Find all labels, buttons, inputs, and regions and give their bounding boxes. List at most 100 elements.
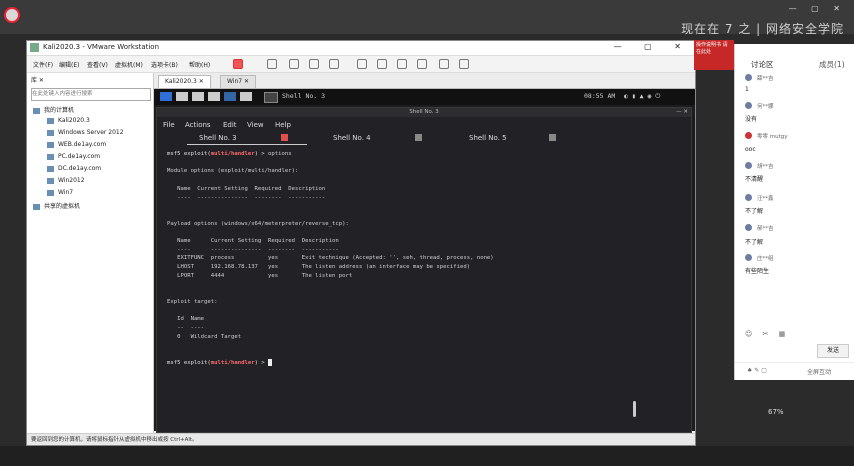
promo-banner[interactable]: 操作说明书 请在此处	[694, 40, 734, 70]
bottom-strip	[0, 446, 854, 466]
library-item-web[interactable]: WEB.de1ay.com	[47, 141, 106, 148]
vm-icon	[47, 177, 54, 184]
terminal-menu-file[interactable]: File	[163, 121, 175, 129]
desktop-top-strip: — ▢ ✕ 现在在 7 之 | 网络安全学院	[0, 0, 854, 36]
tab-discussion[interactable]: 讨论区	[751, 59, 774, 70]
library-item-dc[interactable]: DC.de1ay.com	[47, 165, 101, 172]
revert-snapshot-icon[interactable]	[309, 59, 319, 69]
tab-kali[interactable]: Kali2020.3 ✕	[158, 75, 211, 89]
avatar	[745, 162, 752, 169]
output-line: Module options (exploit/multi/handler):	[167, 168, 299, 175]
message-text: 没有	[745, 116, 758, 123]
vmware-titlebar: Kali2020.3 - VMware Workstation — ▢ ✕	[27, 41, 695, 56]
kali-menu-icon[interactable]	[160, 92, 172, 101]
active-window-icon	[264, 92, 278, 103]
menu-view[interactable]: 查看(V)	[87, 60, 108, 69]
manage-snapshots-icon[interactable]	[329, 59, 339, 69]
message-text: 有些陌生	[745, 268, 770, 275]
computer-icon	[33, 107, 40, 114]
close-tab-icon[interactable]	[281, 134, 288, 141]
vm-library: 库 ✕ 在此处键入内容进行搜索 我的计算机 Kali2020.3 Windows…	[27, 73, 154, 433]
close-tab-icon[interactable]	[549, 134, 556, 141]
library-item-winserver2012[interactable]: Windows Server 2012	[47, 129, 124, 136]
panel-tray-icons[interactable]: ◐ ▮ ▲ ◉ ⏻	[624, 92, 660, 101]
library-item-pc[interactable]: PC.de1ay.com	[47, 153, 100, 160]
fullscreen-icon[interactable]	[397, 59, 407, 69]
window-controls[interactable]: — ▢ ✕	[789, 4, 846, 13]
unity-icon[interactable]	[417, 59, 427, 69]
library-search-input[interactable]: 在此处键入内容进行搜索	[31, 88, 151, 101]
thumbnail-icon[interactable]	[377, 59, 387, 69]
close-tab-icon[interactable]	[415, 134, 422, 141]
panel-clock: 08:55 AM	[584, 92, 616, 100]
send-ctrl-alt-del-icon[interactable]	[267, 59, 277, 69]
terminal-menu-edit[interactable]: Edit	[223, 121, 237, 129]
terminal-menu-help[interactable]: Help	[275, 121, 291, 129]
avatar	[745, 74, 752, 81]
vmware-window-controls[interactable]: — ▢ ✕	[614, 42, 691, 51]
shared-icon	[33, 203, 40, 210]
tab-win7[interactable]: Win7 ✕	[220, 75, 257, 89]
library-item-win2012[interactable]: Win2012	[47, 177, 85, 184]
message-author: 胡**吉	[757, 164, 774, 170]
output-line: EXITFUNC process yes Exit technique (Acc…	[167, 255, 494, 262]
vmware-icon	[30, 43, 39, 52]
console-view-icon[interactable]	[439, 59, 449, 69]
vm-tabs: Kali2020.3 ✕ Win7 ✕	[154, 73, 695, 89]
menu-file[interactable]: 文件(F)	[33, 60, 53, 69]
tab-shell-4[interactable]: Shell No. 4	[333, 134, 371, 142]
browser-icon[interactable]	[208, 92, 220, 101]
terminal-menubar: File Actions Edit View Help	[157, 118, 691, 132]
menu-help[interactable]: 帮助(H)	[189, 60, 210, 69]
terminal-scrollbar[interactable]	[633, 401, 636, 417]
message-author: 何**娜	[757, 104, 774, 110]
app-logo-icon	[4, 7, 20, 23]
prompt: msf5 exploit(multi/handler) >	[167, 359, 269, 366]
chat-tools[interactable]: ☺ ✂ ▦	[745, 330, 789, 338]
terminal-output[interactable]: msf5 exploit(multi/handler) > options Mo…	[167, 150, 682, 420]
avatar	[745, 224, 752, 231]
kali-top-panel: Shell No. 3 08:55 AM ◐ ▮ ▲ ◉ ⏻	[154, 89, 695, 105]
chat-panel: 讨论区 成员(1) 薛**吉 1 何**娜 没有 零零 mutgy ooc 胡*…	[734, 44, 854, 380]
text-cursor	[268, 358, 273, 366]
menu-vm[interactable]: 虚拟机(M)	[115, 60, 143, 69]
workspace-2-icon[interactable]	[240, 92, 252, 101]
menu-edit[interactable]: 编辑(E)	[59, 60, 79, 69]
terminal-menu-view[interactable]: View	[247, 121, 264, 129]
vm-icon	[47, 129, 54, 136]
guest-screen[interactable]: Shell No. 3 08:55 AM ◐ ▮ ▲ ◉ ⏻ Shell No.…	[154, 89, 695, 433]
vmware-window: Kali2020.3 - VMware Workstation — ▢ ✕ 文件…	[26, 40, 696, 446]
vm-icon	[47, 117, 54, 124]
vm-icon	[47, 165, 54, 172]
output-line: Payload options (windows/x64/meterpreter…	[167, 220, 349, 227]
sidebar-toggle-icon[interactable]	[357, 59, 367, 69]
chat-footer-icons[interactable]: ♠ ✎ ▢	[747, 367, 767, 374]
message-text: 1	[745, 86, 749, 93]
tab-shell-3[interactable]: Shell No. 3	[199, 134, 237, 142]
library-shared[interactable]: 共享的虚拟机	[33, 201, 80, 210]
avatar	[745, 102, 752, 109]
output-line: Exploit target:	[167, 298, 218, 305]
output-line: Name Current Setting Required Descriptio…	[167, 238, 339, 245]
tab-shell-5[interactable]: Shell No. 5	[469, 134, 507, 142]
pause-icon[interactable]	[233, 59, 243, 69]
snapshot-icon[interactable]	[289, 59, 299, 69]
zoom-level: 67%	[768, 408, 784, 416]
message-author: 薛**吉	[757, 76, 774, 82]
stretch-icon[interactable]	[459, 59, 469, 69]
workspace-1-icon[interactable]	[224, 92, 236, 101]
terminal-menu-actions[interactable]: Actions	[185, 121, 211, 129]
terminal-close-icon[interactable]: — ✕	[676, 108, 688, 117]
tab-members[interactable]: 成员(1)	[819, 59, 845, 70]
library-root[interactable]: 我的计算机	[33, 105, 74, 114]
files-icon[interactable]	[176, 92, 188, 101]
terminal-launch-icon[interactable]	[192, 92, 204, 101]
vmware-menubar: 文件(F) 编辑(E) 查看(V) 虚拟机(M) 选项卡(B) 帮助(H)	[27, 56, 695, 73]
menu-tabs[interactable]: 选项卡(B)	[151, 60, 178, 69]
send-button[interactable]: 发送	[817, 344, 849, 358]
library-item-kali[interactable]: Kali2020.3	[47, 117, 90, 124]
library-item-win7[interactable]: Win7	[47, 189, 73, 196]
fullscreen-interaction-link[interactable]: 全屏互动	[807, 367, 831, 376]
watermark-overlay: 现在在 7 之 | 网络安全学院	[681, 22, 844, 36]
output-line: Id Name	[167, 316, 205, 323]
